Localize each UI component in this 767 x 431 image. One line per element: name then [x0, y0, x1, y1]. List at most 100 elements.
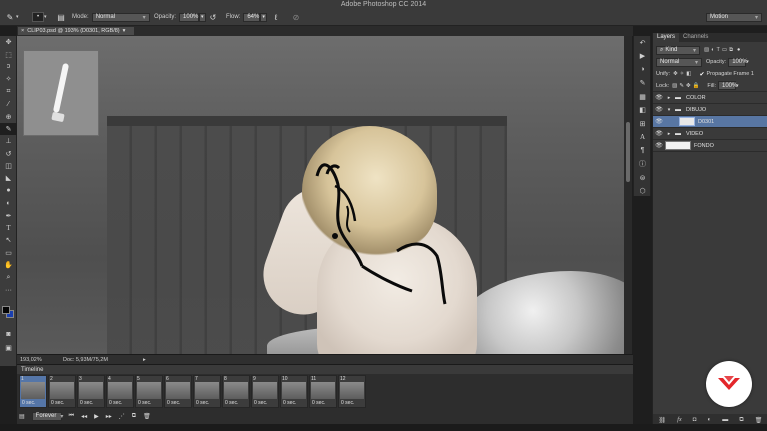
brush-tool-icon[interactable]: ✎ — [0, 122, 17, 136]
healing-brush-tool-icon[interactable]: ⊕ — [0, 110, 17, 122]
adjustments-icon[interactable]: ◑ — [634, 63, 651, 77]
lock-buttons[interactable]: ▨✎✥🔒 — [672, 83, 701, 89]
tab-layers[interactable]: Layers — [653, 33, 680, 42]
workspace-switcher[interactable]: Motion — [706, 12, 762, 22]
document-tab[interactable]: × CLIP03.psd @ 193% (D0301, RGB/8) ▾ — [17, 26, 135, 36]
crop-tool-icon[interactable]: ⌗ — [0, 86, 17, 98]
prev-frame-icon[interactable]: ◂◂ — [81, 413, 87, 420]
layer-style-icon[interactable]: fx — [677, 417, 681, 423]
flow-slider-toggle[interactable]: ▾ — [260, 12, 268, 22]
frame-duration[interactable]: 0 sec. — [109, 400, 122, 406]
expand-arrow-icon[interactable]: ▸ — [665, 95, 673, 101]
actions-icon[interactable]: ▶ — [634, 50, 651, 64]
timeline-title[interactable]: Timeline — [21, 367, 43, 373]
brush-panel-toggle[interactable]: ▤ — [55, 12, 67, 22]
timeline-frame[interactable]: 10 sec. — [19, 375, 47, 408]
frame-duration[interactable]: 0 sec. — [138, 400, 151, 406]
frame-duration[interactable]: 0 sec. — [51, 400, 64, 406]
flow-field[interactable]: 64% — [243, 12, 261, 22]
collapse-arrow-icon[interactable]: ▾ — [665, 107, 673, 113]
status-menu-icon[interactable]: ▸ — [143, 357, 146, 363]
frame-duration[interactable]: 0 sec. — [341, 400, 354, 406]
navigator-icon[interactable]: ⊞ — [634, 117, 651, 131]
frame-duration[interactable]: 0 sec. — [167, 400, 180, 406]
timeline-frame[interactable]: 50 sec. — [135, 375, 163, 408]
delete-frame-icon[interactable]: 🗑 — [143, 413, 151, 420]
path-selection-tool-icon[interactable]: ↖ — [0, 234, 17, 246]
tab-menu-icon[interactable]: ▾ — [123, 28, 126, 34]
lasso-tool-icon[interactable]: ↄ — [0, 61, 17, 73]
blur-tool-icon[interactable]: ● — [0, 185, 17, 197]
quick-selection-tool-icon[interactable]: ✧ — [0, 73, 17, 85]
frame-duration[interactable]: 0 sec. — [80, 400, 93, 406]
opacity-field[interactable]: 100% — [179, 12, 200, 22]
propagate-checkbox[interactable]: ✔ — [699, 71, 704, 78]
layer-filter-dropdown[interactable]: ⌕ Kind — [656, 45, 700, 55]
tween-icon[interactable]: ⋰ — [119, 413, 125, 420]
brush-settings-icon[interactable]: ✎ — [634, 77, 651, 91]
screen-mode-icon[interactable]: ▣ — [0, 342, 17, 354]
new-group-icon[interactable]: ▬ — [722, 417, 728, 423]
clone-stamp-tool-icon[interactable]: ⊥ — [0, 135, 17, 147]
timeline-frame[interactable]: 11 0 sec. — [309, 375, 337, 408]
eyedropper-tool-icon[interactable]: ⁄ — [0, 98, 17, 110]
play-icon[interactable]: ▶ — [94, 413, 99, 420]
visibility-eye-icon[interactable]: 👁 — [653, 142, 665, 149]
zoom-tool-icon[interactable]: ⌕ — [0, 271, 17, 283]
frame-duration[interactable]: 0 sec. — [283, 400, 296, 406]
vertical-scroll-thumb[interactable] — [626, 122, 630, 182]
close-tab-icon[interactable]: × — [21, 28, 24, 34]
hand-tool-icon[interactable]: ✋ — [0, 259, 17, 271]
history-icon[interactable]: ↶ — [634, 36, 651, 50]
next-frame-icon[interactable]: ▸▸ — [106, 413, 112, 420]
history-brush-tool-icon[interactable]: ↺ — [0, 148, 17, 160]
first-frame-icon[interactable]: ⏮ — [69, 413, 74, 420]
pressure-size-button[interactable]: ⊘ — [290, 12, 302, 22]
adjustment-layer-icon[interactable]: ◐ — [707, 417, 711, 423]
brush-preset-picker[interactable]: • ▾ — [32, 12, 47, 22]
timeline-frame[interactable]: 20 sec. — [48, 375, 76, 408]
rectangle-tool-icon[interactable]: ▭ — [0, 247, 17, 259]
fill-toggle[interactable]: ▾ — [736, 83, 739, 89]
dodge-tool-icon[interactable]: ◐ — [0, 197, 17, 209]
layer-row-dibujo[interactable]: 👁 ▾ ▬ DIBUJO — [653, 104, 767, 116]
layer-row-color[interactable]: 👁 ▸ ▬ COLOR — [653, 92, 767, 104]
swatches-icon[interactable]: ▦ — [634, 90, 651, 104]
properties-icon[interactable]: ⊜ — [634, 171, 651, 185]
loop-dropdown[interactable]: Forever — [31, 411, 62, 421]
link-layers-icon[interactable]: ⛓ — [659, 417, 667, 424]
timeline-frame[interactable]: 10 0 sec. — [280, 375, 308, 408]
timeline-frame[interactable]: 60 sec. — [164, 375, 192, 408]
layer-row-video[interactable]: 👁 ▸ ▬ VIDEO — [653, 128, 767, 140]
layer-row-d0301[interactable]: 👁 D0301 — [653, 116, 767, 128]
unify-buttons[interactable]: ✥✧◧ — [673, 71, 693, 77]
add-mask-icon[interactable]: ◘ — [693, 417, 697, 423]
layer-opacity-toggle[interactable]: ▾ — [746, 59, 749, 65]
timeline-frame[interactable]: 40 sec. — [106, 375, 134, 408]
3d-icon[interactable]: ⬡ — [634, 185, 651, 199]
pen-tool-icon[interactable]: ✒ — [0, 209, 17, 221]
timeline-frame[interactable]: 12 0 sec. — [338, 375, 366, 408]
marquee-tool-icon[interactable]: ⬚ — [0, 48, 17, 60]
timeline-options-icon[interactable]: ▤ — [19, 413, 25, 420]
character-icon[interactable]: A — [634, 131, 651, 145]
visibility-eye-icon[interactable]: 👁 — [653, 94, 665, 101]
new-layer-icon[interactable]: ⧉ — [739, 417, 743, 424]
tab-channels[interactable]: Channels — [679, 33, 712, 42]
filter-type-icons[interactable]: ▨◐T▭⧉ — [704, 47, 735, 54]
layer-row-fondo[interactable]: 👁 FONDO — [653, 140, 767, 152]
frame-duration[interactable]: 0 sec. — [225, 400, 238, 406]
frame-duration[interactable]: 0 sec. — [22, 400, 35, 406]
visibility-eye-icon[interactable]: 👁 — [653, 130, 665, 137]
type-tool-icon[interactable]: T — [0, 222, 17, 234]
document-canvas[interactable] — [17, 36, 624, 354]
filter-toggle-icon[interactable]: ● — [737, 47, 740, 53]
eraser-tool-icon[interactable]: ◫ — [0, 160, 17, 172]
pressure-opacity-button[interactable]: ↺ — [207, 12, 219, 22]
opacity-slider-toggle[interactable]: ▾ — [199, 12, 207, 22]
frame-duration[interactable]: 0 sec. — [312, 400, 325, 406]
vertical-scrollbar[interactable] — [624, 36, 632, 354]
info-icon[interactable]: ⓘ — [634, 158, 651, 172]
move-tool-icon[interactable]: ✥ — [0, 36, 17, 48]
timeline-frame[interactable]: 30 sec. — [77, 375, 105, 408]
